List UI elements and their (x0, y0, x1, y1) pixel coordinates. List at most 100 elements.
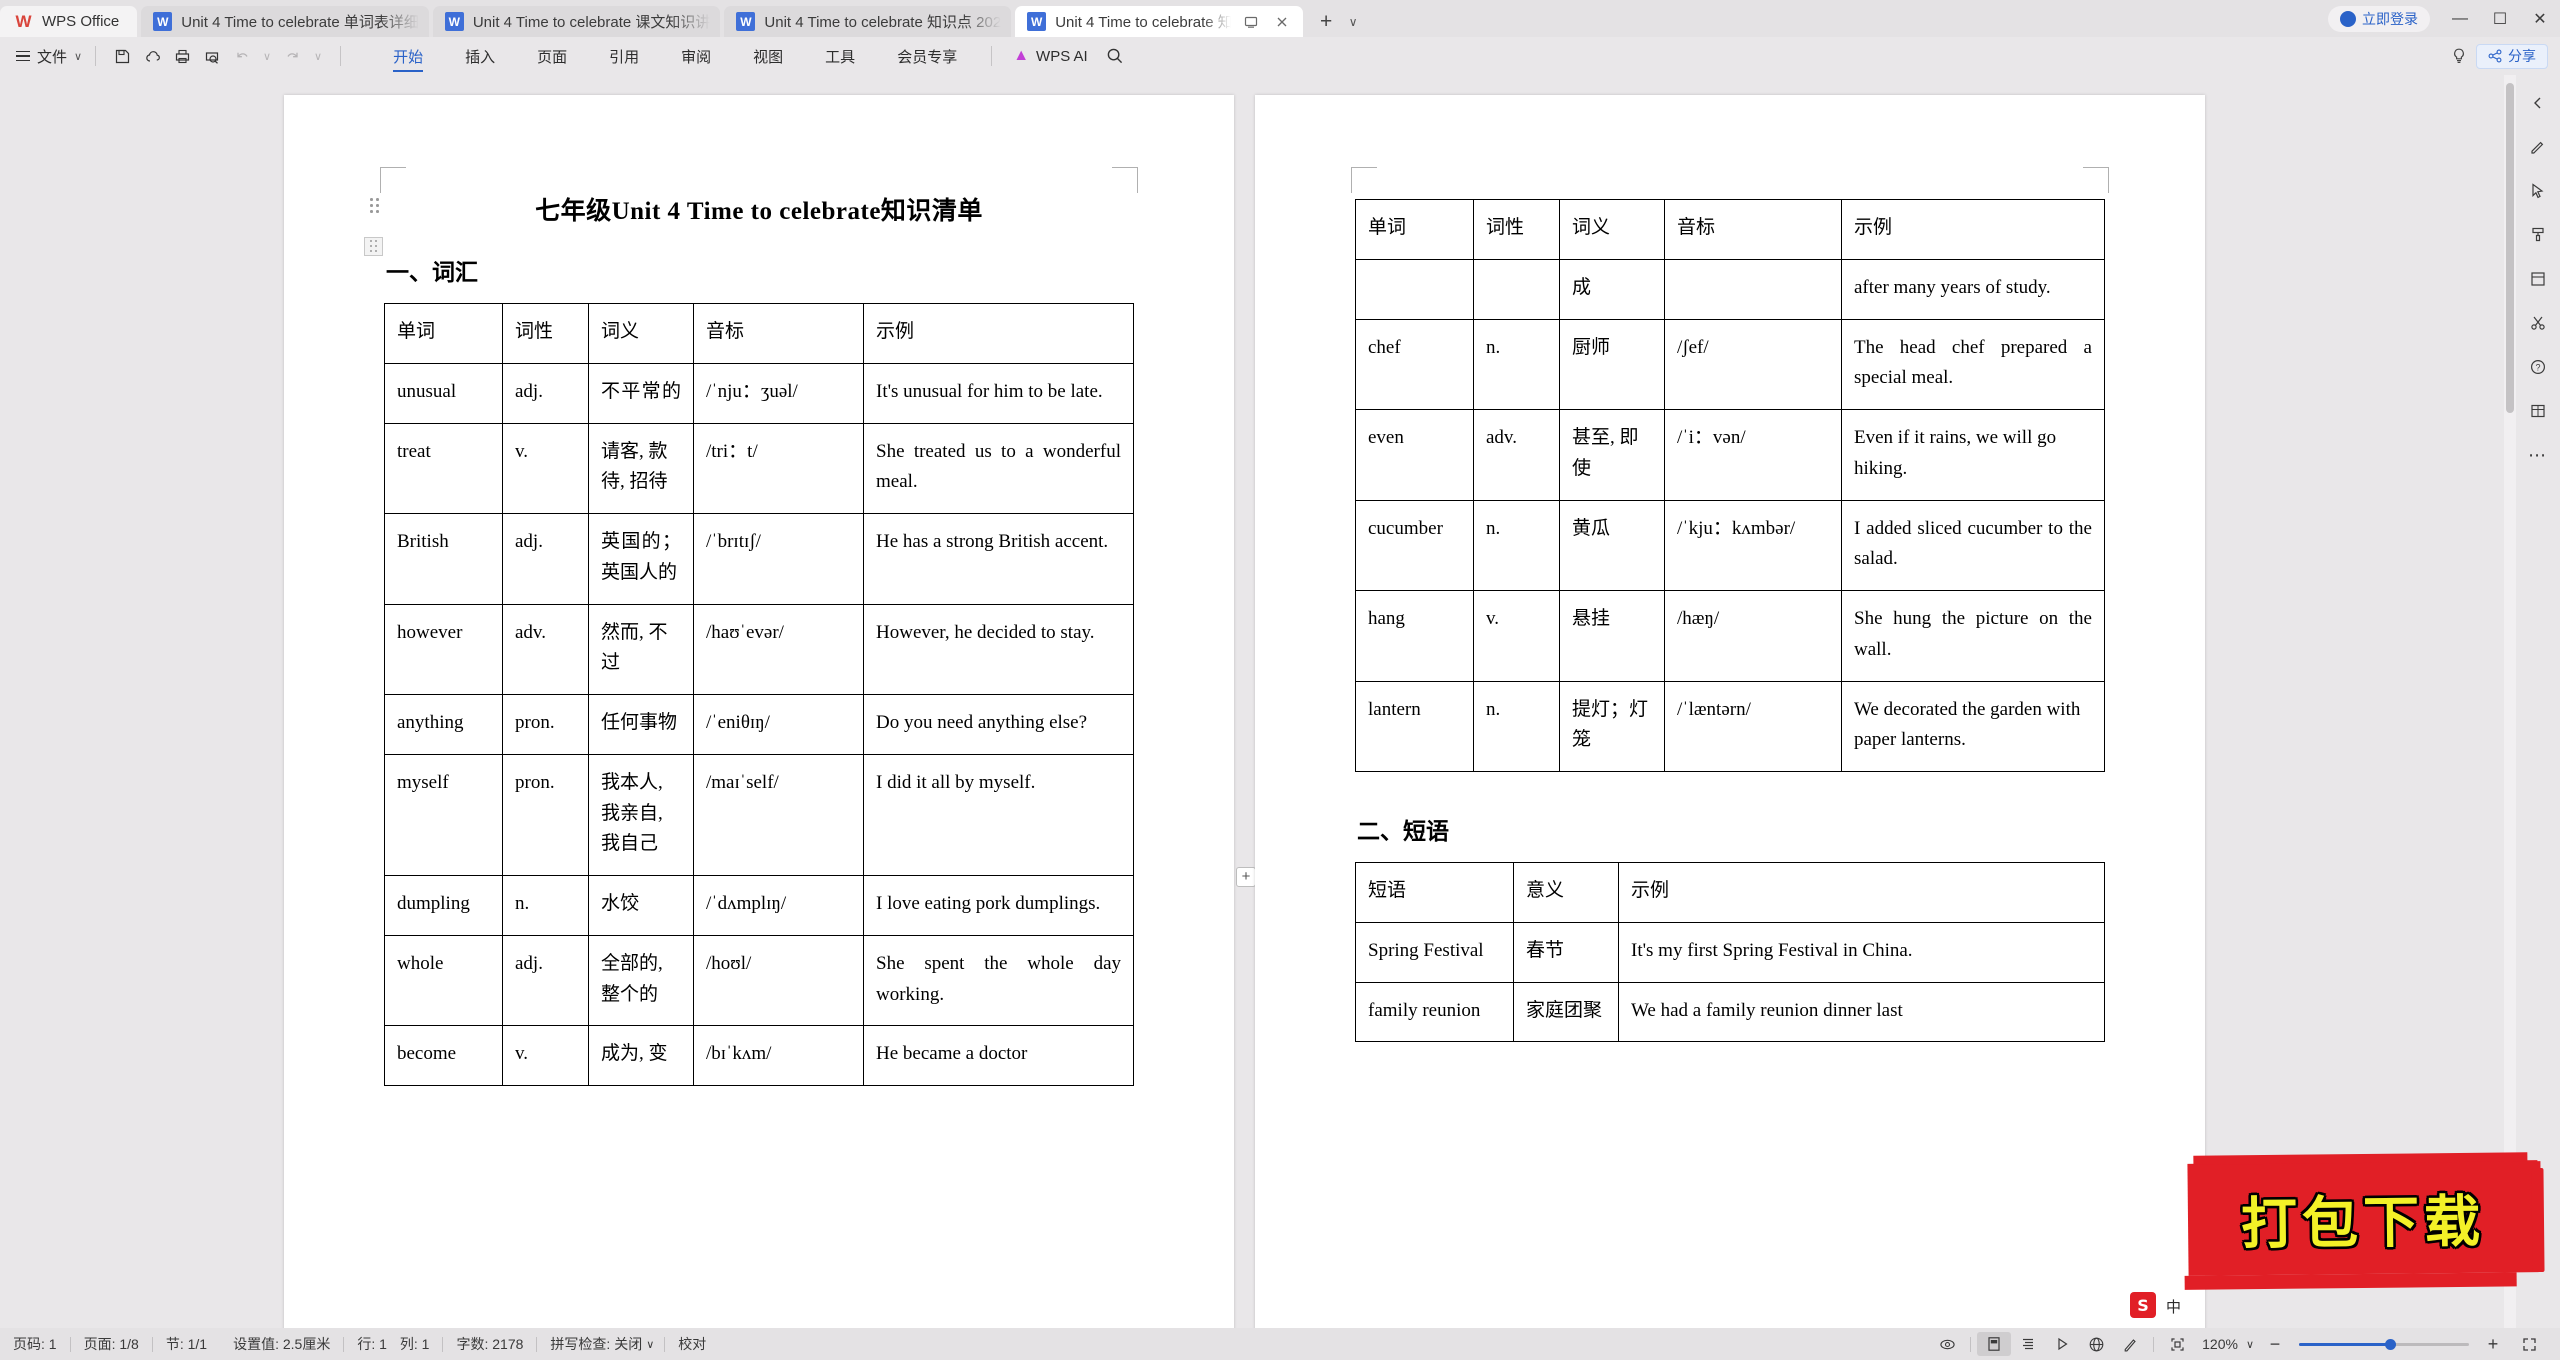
edit-pen-icon[interactable] (2524, 133, 2552, 161)
more-options-icon[interactable]: ⋯ (2524, 441, 2552, 469)
table-row[interactable]: unusual adj. 不平常的 /ˈnju：ʒuəl/ It's unusu… (384, 362, 1134, 424)
file-menu-button[interactable]: 文件 ∨ (16, 46, 82, 67)
table-row[interactable]: 成 after many years of study. (1355, 258, 2105, 320)
wps-office-home-tab[interactable]: W WPS Office (0, 6, 138, 37)
page-right-content: 单词 词性 词义 音标 示例 成 after many years of stu… (1355, 199, 2105, 1043)
share-button[interactable]: 分享 (2476, 43, 2548, 69)
ribbon-tab-tools[interactable]: 工具 (804, 37, 876, 75)
doc-tab-4-active[interactable]: W Unit 4 Time to celebrate 知识 (1015, 6, 1304, 37)
ribbon-tab-member[interactable]: 会员专享 (876, 37, 978, 75)
undo-icon[interactable] (229, 43, 255, 69)
status-section[interactable]: 节: 1/1 (153, 1334, 220, 1354)
doc-tab-1[interactable]: W Unit 4 Time to celebrate 单词表详细 (141, 6, 429, 37)
search-icon[interactable] (1106, 47, 1124, 65)
table-row[interactable]: British adj. 英国的；英国人的 /ˈbrɪtɪʃ/ He has a… (384, 513, 1134, 605)
document-canvas[interactable]: 七年级Unit 4 Time to celebrate知识清单 一、词汇 单词 … (0, 75, 2560, 1328)
wps-ai-button[interactable]: ▲ WPS AI (1013, 47, 1088, 65)
document-page-right[interactable]: 单词 词性 词义 音标 示例 成 after many years of stu… (1255, 95, 2205, 1328)
zoom-slider-knob[interactable] (2385, 1338, 2396, 1350)
insert-row-button[interactable]: + (1236, 867, 1256, 887)
outline-view-icon[interactable] (2011, 1332, 2045, 1356)
table-row[interactable]: anything pron. 任何事物 /ˈeniθɪŋ/ Do you nee… (384, 694, 1134, 755)
close-button[interactable]: ✕ (2520, 0, 2560, 37)
ime-status-badge[interactable]: S (2130, 1292, 2156, 1318)
spellcheck-chevron-icon[interactable]: ∨ (646, 1338, 664, 1351)
tab-present-icon[interactable] (1240, 11, 1262, 33)
phrase-table[interactable]: 短语 意义 示例 Spring Festival 春节 It's my firs… (1355, 862, 2105, 1043)
status-spellcheck[interactable]: 拼写检查: 关闭 (537, 1334, 646, 1354)
lightbulb-icon[interactable] (2450, 47, 2468, 65)
tab-close-icon[interactable] (1271, 11, 1293, 33)
fit-page-icon[interactable] (2160, 1332, 2194, 1356)
ribbon-tab-review[interactable]: 审阅 (660, 37, 732, 75)
table-row[interactable]: family reunion 家庭团聚 We had a family reun… (1355, 981, 2105, 1043)
zoom-level-label[interactable]: 120% (2194, 1336, 2246, 1352)
collapse-panel-icon[interactable] (2524, 89, 2552, 117)
download-watermark-stamp[interactable]: 打包下载 (2187, 1160, 2539, 1276)
table-row[interactable]: lantern n. 提灯；灯笼 /ˈlæntərn/ We decorated… (1355, 680, 2105, 773)
table-row[interactable]: Spring Festival 春节 It's my first Spring … (1355, 921, 2105, 983)
new-tab-button[interactable]: + (1311, 7, 1341, 37)
table-row[interactable]: become v. 成为, 变 /bɪˈkʌm/ He became a doc… (384, 1025, 1134, 1087)
status-page-count[interactable]: 页面: 1/8 (71, 1334, 152, 1354)
ribbon-tab-home[interactable]: 开始 (372, 37, 444, 75)
web-view-icon[interactable] (2079, 1332, 2113, 1356)
vertical-scrollbar[interactable] (2504, 75, 2516, 1328)
format-brush-icon[interactable] (2524, 221, 2552, 249)
table-row[interactable]: hang v. 悬挂 /hæŋ/ She hung the picture on… (1355, 590, 2105, 682)
zoom-in-button[interactable]: + (2480, 1334, 2506, 1355)
page-view-icon[interactable] (1977, 1332, 2012, 1356)
pen-icon[interactable] (2113, 1332, 2147, 1356)
ribbon-tab-reference[interactable]: 引用 (588, 37, 660, 75)
table-tool-icon[interactable] (2524, 397, 2552, 425)
help-icon[interactable]: ? (2524, 353, 2552, 381)
cell-word: become (384, 1025, 503, 1087)
maximize-button[interactable]: ☐ (2480, 0, 2520, 37)
redo-icon[interactable] (279, 43, 305, 69)
ribbon-tab-page[interactable]: 页面 (516, 37, 588, 75)
doc-tab-2[interactable]: W Unit 4 Time to celebrate 课文知识讲 (432, 6, 721, 37)
table-row[interactable]: cucumber n. 黄瓜 /ˈkju：kʌmbər/ I added sli… (1355, 499, 2105, 592)
ribbon-tab-insert[interactable]: 插入 (444, 37, 516, 75)
table-row[interactable]: whole adj. 全部的, 整个的 /hoʊl/ She spent the… (384, 934, 1134, 1027)
status-page-number[interactable]: 页码: 1 (0, 1334, 70, 1354)
customize-chevron-icon[interactable]: ∨ (309, 43, 327, 69)
table-row[interactable]: even adv. 甚至, 即使 /ˈi：vən/ Even if it rai… (1355, 409, 2105, 501)
document-page-left[interactable]: 七年级Unit 4 Time to celebrate知识清单 一、词汇 单词 … (284, 95, 1256, 1328)
print-icon[interactable] (169, 43, 195, 69)
vocabulary-table-left[interactable]: 单词 词性 词义 音标 示例 unusual adj. 不平常的 /ˈnju：ʒ… (384, 303, 1134, 1087)
table-row[interactable]: dumpling n. 水饺 /ˈdʌmplɪŋ/ I love eating … (384, 875, 1134, 936)
login-button[interactable]: 立即登录 (2328, 5, 2430, 32)
status-proofread[interactable]: 校对 (665, 1334, 719, 1354)
undo-chevron-icon[interactable]: ∨ (259, 43, 275, 69)
status-setting[interactable]: 设置值: 2.5厘米 (220, 1334, 343, 1354)
zoom-slider[interactable] (2299, 1338, 2469, 1350)
scrollbar-thumb[interactable] (2506, 83, 2514, 413)
presentation-icon[interactable] (2045, 1332, 2079, 1356)
status-row[interactable]: 行: 1 (344, 1334, 400, 1354)
zoom-chevron-icon[interactable]: ∨ (2246, 1338, 2262, 1351)
vocabulary-table-right[interactable]: 单词 词性 词义 音标 示例 成 after many years of stu… (1355, 199, 2105, 773)
table-move-handle[interactable] (370, 198, 379, 213)
ribbon-tab-view[interactable]: 视图 (732, 37, 804, 75)
paragraph-drag-handle[interactable] (364, 237, 383, 256)
table-row[interactable]: treat v. 请客, 款待, 招待 /tri：t/ She treated … (384, 422, 1134, 515)
zoom-out-button[interactable]: − (2262, 1334, 2288, 1355)
scissors-icon[interactable] (2524, 309, 2552, 337)
doc-tab-3[interactable]: W Unit 4 Time to celebrate 知识点 202 (724, 6, 1012, 37)
status-word-count[interactable]: 字数: 2178 (443, 1334, 536, 1354)
eye-icon[interactable] (1930, 1332, 1964, 1356)
cloud-sync-icon[interactable] (139, 43, 165, 69)
cursor-select-icon[interactable] (2524, 177, 2552, 205)
fullscreen-icon[interactable] (2512, 1332, 2546, 1356)
table-row[interactable]: myself pron. 我本人, 我亲自, 我自己 /maɪˈself/ I … (384, 753, 1134, 877)
status-col[interactable]: 列: 1 (400, 1334, 443, 1354)
save-icon[interactable] (109, 43, 135, 69)
ime-language-indicator[interactable]: 中 (2166, 1296, 2181, 1317)
print-preview-icon[interactable] (199, 43, 225, 69)
document-layout-icon[interactable] (2524, 265, 2552, 293)
table-row[interactable]: chef n. 厨师 /ʃef/ The head chef prepared … (1355, 318, 2105, 411)
minimize-button[interactable]: — (2440, 0, 2480, 37)
table-row[interactable]: however adv. 然而, 不过 /haʊˈevər/ However, … (384, 603, 1134, 696)
tab-list-chevron-icon[interactable]: ∨ (1341, 7, 1365, 37)
